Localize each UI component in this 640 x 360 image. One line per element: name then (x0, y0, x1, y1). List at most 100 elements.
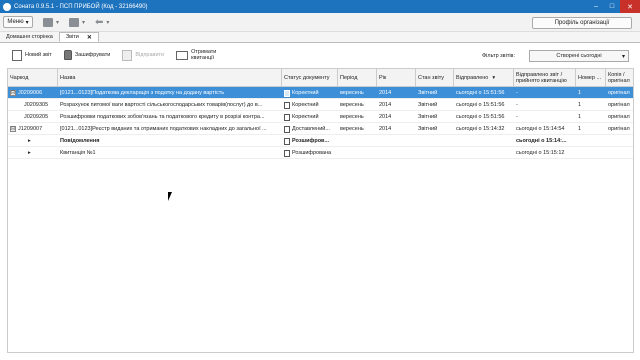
row-sent: сьогодні о 15:14:32 (456, 126, 505, 132)
reports-table: Чаркод Назва Статус документу Період Рік… (7, 68, 634, 353)
sent-header-label: Відправлено (456, 75, 489, 81)
chevron-down-icon: ▾ (56, 19, 60, 26)
report-filter-select[interactable]: Створені сьогодні ▾ (529, 50, 629, 62)
row-status: Розшифров... (292, 138, 330, 144)
table-row[interactable]: ⊟ J0209006 [0121...0123]Податкова деклара… (8, 87, 633, 99)
send-button[interactable]: Відправити (122, 49, 165, 61)
expand-icon[interactable]: ▸ (26, 147, 58, 159)
col-header-status[interactable]: Статус документу (282, 69, 338, 87)
table-row[interactable]: ▸ Повідомлення Розшифров... сьогодні о 1… (8, 135, 633, 147)
tab-strip: Домашня сторінка Звіти ✕ (0, 32, 640, 43)
filter-label: Фільтр звітів: (482, 53, 516, 59)
row-code: J0209205 (24, 114, 49, 120)
row-sent: сьогодні о 15:51:56 (456, 102, 505, 108)
table-row[interactable]: ▸ Квитанція №1 Розшифрована сьогодні о 1… (8, 147, 633, 159)
document-icon (284, 101, 290, 109)
profile-button[interactable]: Профіль організації (532, 17, 632, 29)
row-receipt: сьогодні о 15:15:12 (516, 150, 565, 156)
minimize-button[interactable]: – (588, 0, 604, 13)
send-icon (122, 49, 133, 61)
row-state: Звітний (418, 102, 438, 108)
row-status: Коректний (292, 114, 319, 120)
row-code: J0209006 (18, 90, 43, 96)
table-header: Чаркод Назва Статус документу Період Рік… (8, 69, 633, 87)
document-icon (284, 89, 290, 97)
row-receipt: - (516, 90, 518, 96)
row-status: Коректний (292, 90, 319, 96)
save-icon (43, 17, 53, 27)
new-report-label: Новий звіт (25, 52, 52, 58)
receive-label-line2: квитанції (191, 55, 214, 61)
row-status: Розшифрована (292, 150, 332, 156)
col-header-code[interactable]: Чаркод (8, 69, 58, 87)
receipt-header-line2: прийнято квитанцію (516, 78, 567, 84)
table-row[interactable]: J0209205 Розшифровки податкових зобов'яз… (8, 111, 633, 123)
close-icon[interactable]: ✕ (87, 34, 92, 41)
row-name: [0121...0123]Податкова декларація з пода… (60, 90, 225, 96)
chevron-down-icon: ▾ (25, 19, 29, 26)
row-name: Розшифровки податкових зобов'язань та по… (60, 114, 265, 120)
row-status: Коректний (292, 102, 319, 108)
row-sent: сьогодні о 15:51:56 (456, 114, 505, 120)
title-bar: Соната 0.9.5.1 - ПСП ПРИБОЙ (Код - 32166… (0, 0, 640, 13)
col-header-year[interactable]: Рік (377, 69, 416, 87)
chevron-down-icon: ▾ (82, 19, 86, 26)
document-icon (284, 125, 290, 133)
row-copy: оригінал (608, 90, 630, 96)
encrypt-label: Зашифрувати (74, 52, 111, 58)
row-period: вересень (340, 126, 364, 132)
row-receipt: сьогодні о 15:14:54 (516, 126, 565, 132)
collapse-icon[interactable]: ⊟ (10, 90, 16, 96)
row-period: вересень (340, 114, 364, 120)
col-header-receipt[interactable]: Відправлено звіт / прийнято квитанцію (514, 69, 576, 87)
print-button[interactable]: ▾ (69, 17, 86, 27)
table-row[interactable]: ⊟ J1209007 [0121...0123]Реєстр виданих та… (8, 123, 633, 135)
row-receipt: - (516, 114, 518, 120)
maximize-button[interactable]: □ (604, 0, 620, 13)
col-header-number[interactable]: Номер ... (576, 69, 606, 87)
row-name: Повідомлення (60, 138, 100, 144)
menu-label: Меню (7, 19, 24, 25)
tab-home[interactable]: Домашня сторінка (0, 32, 59, 42)
back-button[interactable]: ⬅ ▾ (95, 17, 109, 28)
document-icon (284, 149, 290, 157)
document-icon (284, 137, 290, 145)
tab-label: Домашня сторінка (6, 34, 53, 40)
tab-label: Звіти (65, 34, 79, 40)
tab-reports[interactable]: Звіти ✕ (58, 32, 99, 42)
close-window-button[interactable]: ✕ (620, 0, 640, 13)
arrow-left-icon: ⬅ (95, 16, 104, 28)
row-copy: оригінал (608, 102, 630, 108)
col-header-name[interactable]: Назва (58, 69, 282, 87)
menu-button[interactable]: Меню ▾ (3, 16, 33, 28)
encrypt-button[interactable]: Зашифрувати (63, 50, 111, 60)
window-title: Соната 0.9.5.1 - ПСП ПРИБОЙ (Код - 32166… (14, 3, 148, 10)
new-report-button[interactable]: Новий звіт (12, 49, 52, 61)
col-header-period[interactable]: Період (338, 69, 377, 87)
row-copy: оригінал (608, 114, 630, 120)
col-header-sent[interactable]: Відправлено ▾ (454, 69, 514, 87)
row-code: J0209305 (24, 102, 49, 108)
row-name: [0121...0123]Реєстр виданих та отриманих… (60, 126, 267, 132)
expand-icon[interactable]: ▸ (26, 135, 58, 147)
row-period: вересень (340, 90, 364, 96)
document-icon (284, 113, 290, 121)
send-label: Відправити (135, 52, 165, 58)
row-receipt: сьогодні о 15:14:... (516, 138, 567, 144)
row-number: 1 (578, 114, 582, 120)
copy-header-line2: оригінал (608, 78, 630, 84)
mouse-cursor-icon (168, 192, 176, 201)
row-year: 2014 (379, 102, 392, 108)
save-button[interactable]: ▾ (43, 17, 60, 27)
receive-receipts-button[interactable]: Отримати квитанції (176, 49, 216, 61)
table-row[interactable]: J0209305 Розрахунок питомої ваги вартост… (8, 99, 633, 111)
collapse-icon[interactable]: ⊟ (10, 126, 16, 132)
new-document-icon (12, 49, 22, 61)
col-header-state[interactable]: Стан звіту (416, 69, 454, 87)
menu-bar: Меню ▾ ▾ ▾ ⬅ ▾ Профіль організації (0, 13, 640, 32)
row-period: вересень (340, 102, 364, 108)
row-name: Квитанція №1 (60, 150, 96, 156)
col-header-copy[interactable]: Копія / оригінал (606, 69, 633, 87)
row-sent: сьогодні о 15:51:56 (456, 90, 505, 96)
row-copy: оригінал (608, 126, 630, 132)
